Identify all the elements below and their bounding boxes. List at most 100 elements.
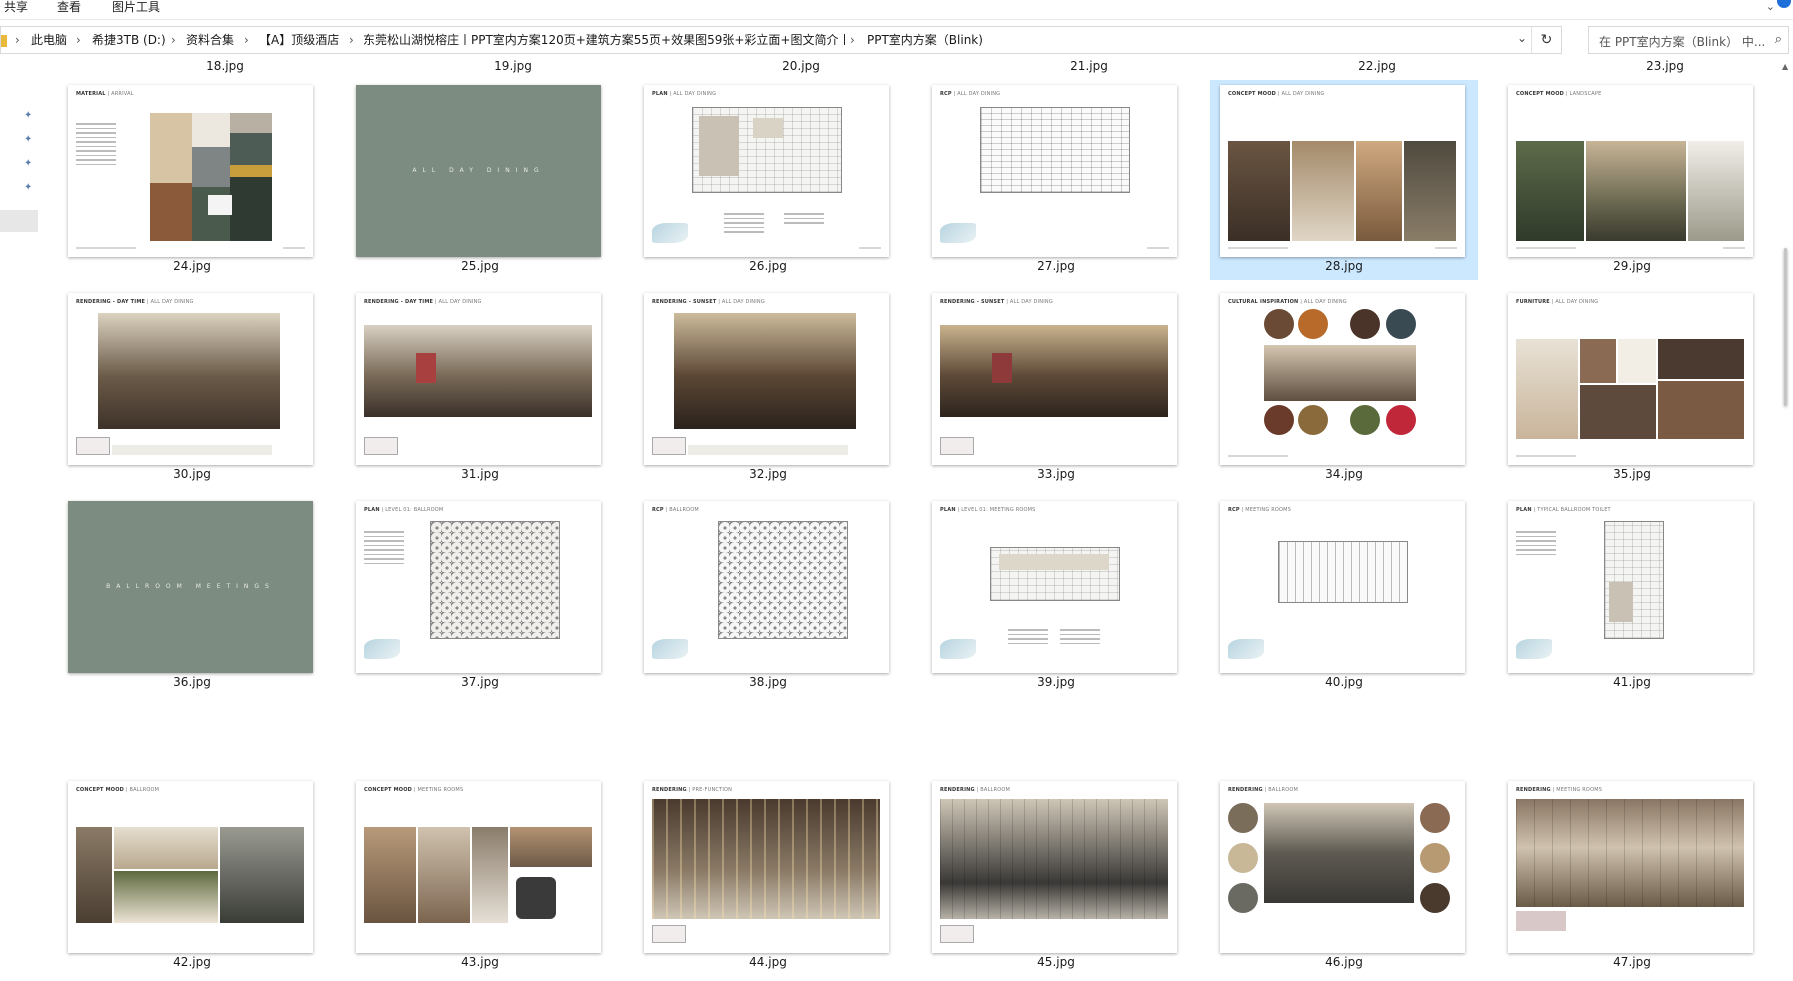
file-caption[interactable]: 45.jpg	[922, 954, 1190, 970]
tab-view[interactable]: 查看	[57, 0, 81, 14]
breadcrumb-drive-d[interactable]: 希捷3TB (D:)	[92, 32, 166, 48]
file-caption[interactable]: 36.jpg	[58, 674, 326, 690]
file-thumbnail[interactable]: MATERIAL | ARRIVAL	[68, 85, 313, 257]
file-tile[interactable]: CULTURAL INSPIRATION | ALL DAY DINING 34…	[1210, 288, 1478, 488]
file-tile[interactable]: PLAN | LEVEL 01: BALLROOM 37.jpg	[346, 496, 614, 696]
file-caption[interactable]: 41.jpg	[1498, 674, 1766, 690]
file-caption[interactable]: 37.jpg	[346, 674, 614, 690]
search-icon[interactable]: ⌕	[1775, 32, 1782, 47]
scroll-up-icon[interactable]: ▲	[1782, 62, 1788, 71]
file-caption[interactable]: 38.jpg	[634, 674, 902, 690]
address-bar[interactable]: › 此电脑 › 希捷3TB (D:) › 资料合集 › 【A】顶级酒店 › 东莞…	[0, 26, 1562, 54]
breadcrumb-banyan-tree-folder[interactable]: 东莞松山湖悦榕庄丨PPT室内方案120页+建筑方案55页+效果图59张+彩立面+…	[363, 32, 850, 48]
tab-share[interactable]: 共享	[4, 0, 28, 14]
breadcrumb-this-pc[interactable]: 此电脑	[31, 32, 67, 48]
file-thumbnail[interactable]: CONCEPT MOOD | LANDSCAPE	[1508, 85, 1753, 257]
file-tile[interactable]: PLAN | ALL DAY DINING 26.jpg	[634, 80, 902, 280]
pin-icon[interactable]: ✦	[24, 182, 32, 193]
file-caption[interactable]: 30.jpg	[58, 466, 326, 482]
breadcrumb-current-folder[interactable]: PPT室内方案（Blink)	[867, 32, 983, 48]
file-caption[interactable]: 43.jpg	[346, 954, 614, 970]
breadcrumb-separator[interactable]: ›	[76, 32, 81, 48]
file-thumbnail[interactable]: RENDERING - DAY TIME | ALL DAY DINING	[68, 293, 313, 465]
file-caption[interactable]: 29.jpg	[1498, 258, 1766, 274]
file-tile[interactable]: RENDERING | PRE-FUNCTION 44.jpg	[634, 776, 902, 976]
file-caption[interactable]: 24.jpg	[58, 258, 326, 274]
search-box[interactable]: 在 PPT室内方案（Blink） 中... ⌕	[1588, 26, 1789, 54]
file-thumbnail[interactable]: CONCEPT MOOD | ALL DAY DINING	[1220, 85, 1465, 257]
file-thumbnail[interactable]: CULTURAL INSPIRATION | ALL DAY DINING	[1220, 293, 1465, 465]
file-caption[interactable]: 25.jpg	[346, 258, 614, 274]
file-tile[interactable]: PLAN | LEVEL 01: MEETING ROOMS 39.jpg	[922, 496, 1190, 696]
file-thumbnail[interactable]: PLAN | LEVEL 01: MEETING ROOMS	[932, 501, 1177, 673]
file-tile[interactable]: RCP | BALLROOM 38.jpg	[634, 496, 902, 696]
file-thumbnail[interactable]: PLAN | LEVEL 01: BALLROOM	[356, 501, 601, 673]
file-thumbnail[interactable]: RCP | ALL DAY DINING	[932, 85, 1177, 257]
address-history-dropdown-icon[interactable]: ⌄	[1517, 31, 1527, 45]
file-tile[interactable]: ALL DAY DINING 25.jpg	[346, 80, 614, 280]
vertical-scrollbar[interactable]: ▲	[1780, 60, 1793, 981]
file-thumbnail[interactable]: RENDERING - SUNSET | ALL DAY DINING	[932, 293, 1177, 465]
file-thumbnail[interactable]: RENDERING | BALLROOM	[932, 781, 1177, 953]
breadcrumb-separator[interactable]: ›	[15, 32, 20, 48]
file-tile[interactable]: CONCEPT MOOD | BALLROOM 42.jpg	[58, 776, 326, 976]
file-caption[interactable]: 47.jpg	[1498, 954, 1766, 970]
file-caption[interactable]: 18.jpg	[91, 60, 359, 72]
file-thumbnail[interactable]: PLAN | TYPICAL BALLROOM TOILET	[1508, 501, 1753, 673]
file-tile[interactable]: RENDERING - SUNSET | ALL DAY DINING 33.j…	[922, 288, 1190, 488]
file-caption[interactable]: 31.jpg	[346, 466, 614, 482]
file-caption[interactable]: 42.jpg	[58, 954, 326, 970]
file-caption[interactable]: 22.jpg	[1243, 60, 1511, 72]
breadcrumb-separator[interactable]: ›	[349, 32, 354, 48]
help-icon[interactable]	[1777, 0, 1791, 8]
tab-picture-tools[interactable]: 图片工具	[112, 0, 160, 14]
file-caption[interactable]: 21.jpg	[955, 60, 1223, 72]
file-caption[interactable]: 27.jpg	[922, 258, 1190, 274]
file-tile[interactable]: RENDERING - SUNSET | ALL DAY DINING 32.j…	[634, 288, 902, 488]
file-caption[interactable]: 35.jpg	[1498, 466, 1766, 482]
file-caption[interactable]: 33.jpg	[922, 466, 1190, 482]
breadcrumb-resources[interactable]: 资料合集	[186, 32, 234, 48]
ribbon-expand-chevron-icon[interactable]: ⌄	[1766, 0, 1775, 13]
file-caption[interactable]: 28.jpg	[1210, 258, 1478, 274]
breadcrumb-separator[interactable]: ›	[850, 32, 855, 48]
file-tile[interactable]: CONCEPT MOOD | LANDSCAPE 29.jpg	[1498, 80, 1766, 280]
file-thumbnail[interactable]: RENDERING | MEETING ROOMS	[1508, 781, 1753, 953]
file-thumbnail[interactable]: RENDERING - DAY TIME | ALL DAY DINING	[356, 293, 601, 465]
file-caption[interactable]: 44.jpg	[634, 954, 902, 970]
pin-icon[interactable]: ✦	[24, 158, 32, 169]
file-caption[interactable]: 34.jpg	[1210, 466, 1478, 482]
file-tile[interactable]: MATERIAL | ARRIVAL 24.jpg	[58, 80, 326, 280]
file-thumbnail[interactable]: FURNITURE | ALL DAY DINING	[1508, 293, 1753, 465]
file-caption[interactable]: 32.jpg	[634, 466, 902, 482]
file-caption[interactable]: 40.jpg	[1210, 674, 1478, 690]
file-tile[interactable]: PLAN | TYPICAL BALLROOM TOILET 41.jpg	[1498, 496, 1766, 696]
file-caption[interactable]: 19.jpg	[379, 60, 647, 72]
file-thumbnail[interactable]: ALL DAY DINING	[356, 85, 601, 257]
file-thumbnail[interactable]: RENDERING | BALLROOM	[1220, 781, 1465, 953]
file-tile[interactable]: CONCEPT MOOD | MEETING ROOMS 43.jpg	[346, 776, 614, 976]
file-thumbnail[interactable]: CONCEPT MOOD | MEETING ROOMS	[356, 781, 601, 953]
file-tile[interactable]: RCP | MEETING ROOMS 40.jpg	[1210, 496, 1478, 696]
file-tile[interactable]: FURNITURE | ALL DAY DINING 35.jpg	[1498, 288, 1766, 488]
breadcrumb-top-hotels[interactable]: 【A】顶级酒店	[259, 32, 339, 48]
scrollbar-thumb[interactable]	[1784, 248, 1787, 406]
file-tile[interactable]: RENDERING | BALLROOM 45.jpg	[922, 776, 1190, 976]
file-tile[interactable]: RENDERING - DAY TIME | ALL DAY DINING 30…	[58, 288, 326, 488]
refresh-icon[interactable]: ↻	[1531, 27, 1561, 53]
breadcrumb-separator[interactable]: ›	[244, 32, 249, 48]
file-tile[interactable]: RENDERING - DAY TIME | ALL DAY DINING 31…	[346, 288, 614, 488]
file-tile[interactable]: BALLROOM MEETINGS 36.jpg	[58, 496, 326, 696]
file-tile[interactable]: RENDERING | MEETING ROOMS 47.jpg	[1498, 776, 1766, 976]
file-thumbnail[interactable]: PLAN | ALL DAY DINING	[644, 85, 889, 257]
file-thumbnail[interactable]: CONCEPT MOOD | BALLROOM	[68, 781, 313, 953]
file-caption[interactable]: 23.jpg	[1531, 60, 1780, 72]
breadcrumb-separator[interactable]: ›	[171, 32, 176, 48]
pin-icon[interactable]: ✦	[24, 110, 32, 121]
file-thumbnail[interactable]: RCP | BALLROOM	[644, 501, 889, 673]
file-thumbnail[interactable]: RCP | MEETING ROOMS	[1220, 501, 1465, 673]
file-thumbnail[interactable]: RENDERING | PRE-FUNCTION	[644, 781, 889, 953]
file-tile-selected[interactable]: CONCEPT MOOD | ALL DAY DINING 28.jpg	[1210, 80, 1478, 280]
file-tile[interactable]: RCP | ALL DAY DINING 27.jpg	[922, 80, 1190, 280]
file-thumbnail[interactable]: RENDERING - SUNSET | ALL DAY DINING	[644, 293, 889, 465]
